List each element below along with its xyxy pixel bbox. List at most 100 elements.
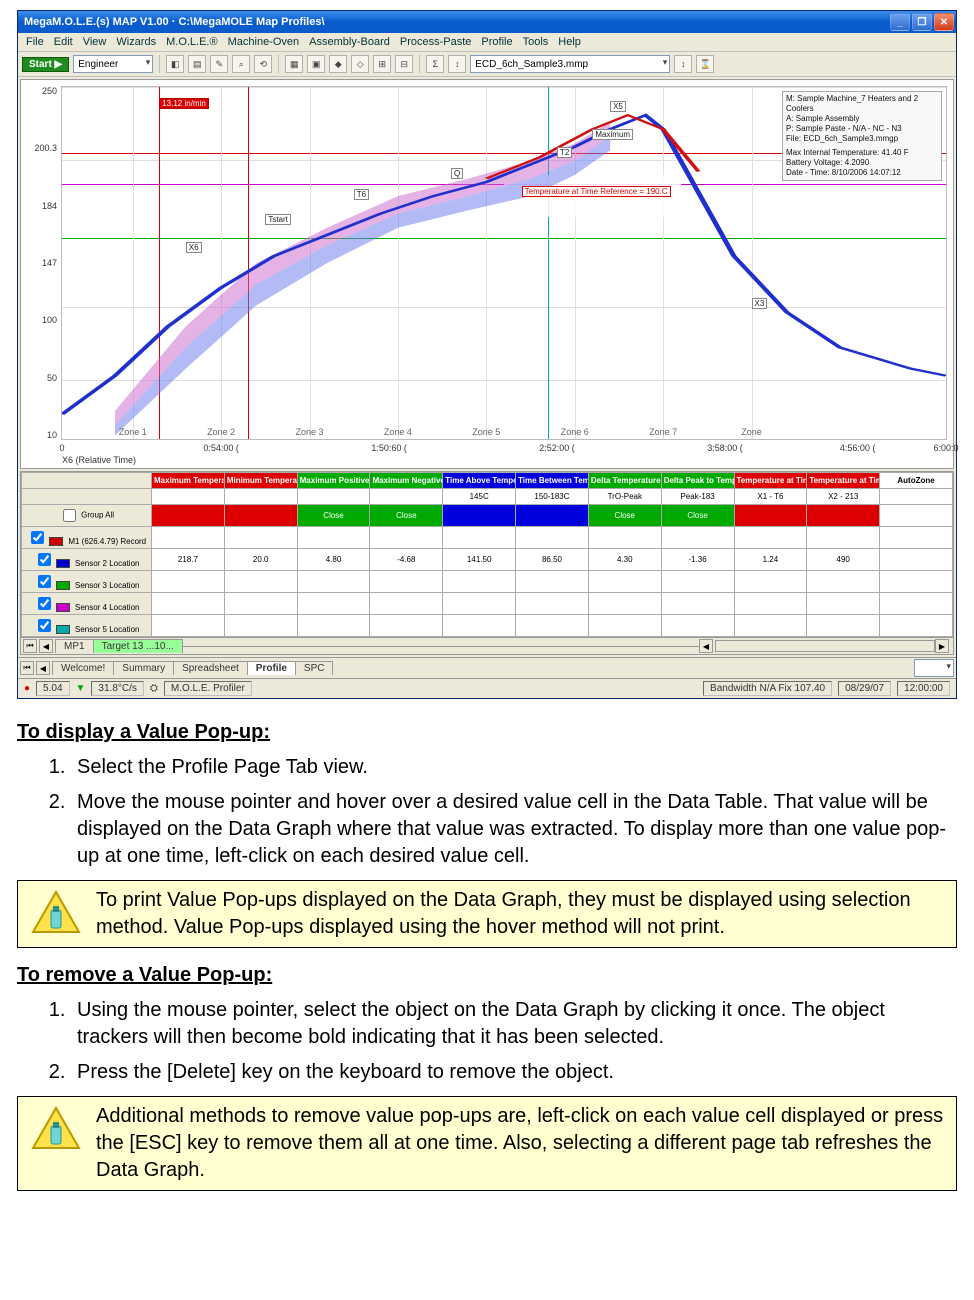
col-header[interactable]: Temperature at Time Reference [734, 473, 807, 489]
cell[interactable]: -4.68 [370, 549, 443, 571]
cell[interactable]: -1.36 [661, 549, 734, 571]
cell[interactable]: 141.50 [443, 549, 516, 571]
menu-profile[interactable]: Profile [481, 36, 512, 48]
col-header[interactable]: AutoZone [880, 473, 953, 489]
cell[interactable] [880, 615, 953, 637]
cell[interactable] [661, 527, 734, 549]
col-header[interactable]: Maximum Temperature [152, 473, 225, 489]
series-checkbox[interactable] [38, 553, 51, 566]
series-checkbox[interactable] [38, 575, 51, 588]
h-scrollbar[interactable] [715, 640, 935, 652]
cell[interactable] [370, 571, 443, 593]
tool-icon[interactable]: ↕ [448, 55, 466, 73]
cell[interactable] [297, 489, 370, 505]
cell[interactable]: 4.80 [297, 549, 370, 571]
tab-nav-first[interactable]: ⏮ [20, 661, 34, 675]
tool-icon[interactable]: ⊞ [373, 55, 391, 73]
cell[interactable] [297, 527, 370, 549]
cell[interactable] [880, 505, 953, 527]
tool-icon[interactable]: ▣ [307, 55, 325, 73]
tool-icon[interactable]: ⊟ [395, 55, 413, 73]
cell[interactable] [588, 571, 661, 593]
cell[interactable] [734, 615, 807, 637]
menu-mole[interactable]: M.O.L.E.® [166, 36, 218, 48]
cell[interactable] [734, 593, 807, 615]
cell[interactable]: 86.50 [516, 549, 589, 571]
menu-tools[interactable]: Tools [523, 36, 549, 48]
cell[interactable] [516, 615, 589, 637]
cell[interactable] [880, 593, 953, 615]
window-close-button[interactable]: ✕ [934, 13, 954, 31]
menu-process-paste[interactable]: Process-Paste [400, 36, 472, 48]
cell[interactable] [224, 505, 297, 527]
zoom-combo[interactable] [914, 659, 954, 677]
cell[interactable]: 20.0 [224, 549, 297, 571]
group-all-checkbox[interactable] [63, 509, 76, 522]
cell[interactable] [880, 549, 953, 571]
col-header[interactable]: Minimum Temperature [224, 473, 297, 489]
cell[interactable]: TrO-Peak [588, 489, 661, 505]
cell[interactable] [661, 593, 734, 615]
cell[interactable]: Close [588, 505, 661, 527]
data-graph[interactable]: 250 200.3 184 147 100 50 10 [20, 79, 954, 469]
cell[interactable] [152, 527, 225, 549]
tab-summary[interactable]: Summary [113, 661, 174, 675]
series-checkbox[interactable] [31, 531, 44, 544]
plot-area[interactable]: 13.12 in/min X6 Tstart T6 Q T2 X5 Maximu… [61, 86, 947, 440]
menu-file[interactable]: File [26, 36, 44, 48]
cell[interactable] [807, 593, 880, 615]
cell[interactable] [734, 571, 807, 593]
tab-spc[interactable]: SPC [295, 661, 334, 675]
cell[interactable] [443, 593, 516, 615]
legend-cell[interactable]: Sensor 5 Location [22, 615, 152, 637]
tab-nav-prev[interactable]: ◀ [39, 639, 53, 653]
legend-cell[interactable]: Sensor 2 Location [22, 549, 152, 571]
group-all-label[interactable]: Group All [22, 505, 152, 527]
cell[interactable] [734, 505, 807, 527]
cell[interactable] [224, 593, 297, 615]
cell[interactable] [370, 593, 443, 615]
series-checkbox[interactable] [38, 619, 51, 632]
menu-wizards[interactable]: Wizards [116, 36, 156, 48]
cell[interactable] [807, 571, 880, 593]
cell[interactable] [224, 615, 297, 637]
col-header[interactable]: Time Between Temperature [516, 473, 589, 489]
cell[interactable]: X2 - 213 [807, 489, 880, 505]
cell[interactable] [297, 571, 370, 593]
cell[interactable]: Close [297, 505, 370, 527]
cell[interactable]: 4.30 [588, 549, 661, 571]
tab-welcome[interactable]: Welcome! [52, 661, 114, 675]
window-minimize-button[interactable]: _ [890, 13, 910, 31]
cell[interactable] [588, 615, 661, 637]
cell[interactable] [807, 527, 880, 549]
cell[interactable] [297, 593, 370, 615]
cell[interactable]: 150-183C [516, 489, 589, 505]
cell[interactable]: X1 - T6 [734, 489, 807, 505]
col-header[interactable]: Delta Temperature to Peak [588, 473, 661, 489]
tool-icon[interactable]: ✎ [210, 55, 228, 73]
tool-icon[interactable]: ◇ [351, 55, 369, 73]
cell[interactable]: Peak-183 [661, 489, 734, 505]
menu-view[interactable]: View [83, 36, 107, 48]
cell[interactable] [224, 571, 297, 593]
tab-mp1[interactable]: MP1 [55, 639, 94, 653]
cell[interactable] [224, 489, 297, 505]
tool-icon[interactable]: Σ [426, 55, 444, 73]
tab-spreadsheet[interactable]: Spreadsheet [173, 661, 248, 675]
menu-assembly-board[interactable]: Assembly-Board [309, 36, 390, 48]
cell[interactable] [516, 593, 589, 615]
tool-icon[interactable]: ⟲ [254, 55, 272, 73]
user-combo[interactable]: Engineer [73, 55, 153, 73]
tool-icon[interactable]: ▦ [285, 55, 303, 73]
cell[interactable] [152, 615, 225, 637]
cell[interactable] [443, 505, 516, 527]
tab-nav-first[interactable]: ⏮ [23, 639, 37, 653]
cell[interactable] [807, 505, 880, 527]
scroll-left-icon[interactable]: ◀ [699, 639, 713, 653]
cell[interactable] [661, 615, 734, 637]
cell[interactable] [516, 505, 589, 527]
start-button[interactable]: Start ▶ [22, 57, 69, 72]
scroll-right-icon[interactable]: ▶ [935, 639, 949, 653]
cell[interactable] [152, 593, 225, 615]
tool-icon[interactable]: ◧ [166, 55, 184, 73]
